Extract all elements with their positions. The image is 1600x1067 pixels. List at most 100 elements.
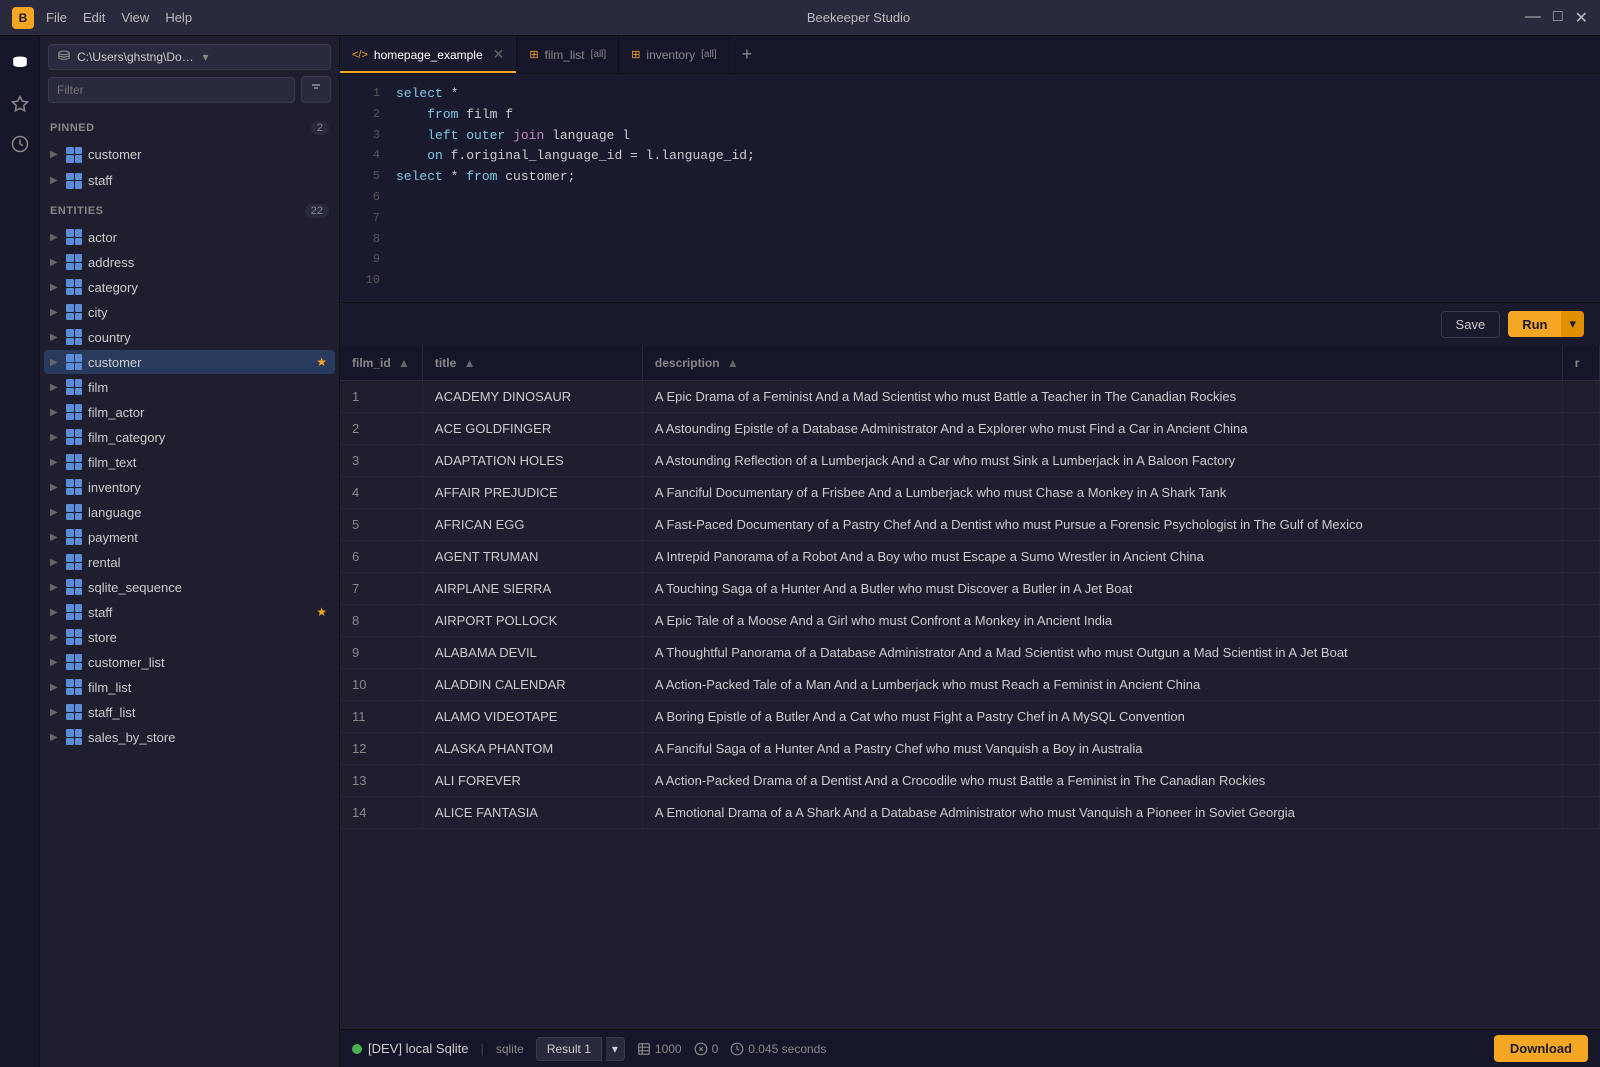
result-tab-button[interactable]: Result 1 [536,1037,602,1061]
entity-film_list[interactable]: ▶film_list [44,675,335,699]
maximize-button[interactable]: □ [1553,8,1563,28]
tab-film-list[interactable]: ⊞ film_list [all] [517,36,619,73]
entity-customer[interactable]: ▶customer★ [44,350,335,374]
cell-description: A Fast-Paced Documentary of a Pastry Che… [642,508,1562,540]
entity-payment[interactable]: ▶payment [44,525,335,549]
table-row[interactable]: 14 ALICE FANTASIA A Emotional Drama of a… [340,796,1600,828]
entity-actor[interactable]: ▶actor [44,225,335,249]
app-icon: B [12,7,34,29]
nav-history-icon[interactable] [4,128,36,160]
cell-id: 13 [340,764,422,796]
entity-film_actor[interactable]: ▶film_actor [44,400,335,424]
row-count: 1000 [655,1042,682,1056]
filter-button[interactable] [301,76,331,103]
table-icon [66,604,82,620]
nav-database-icon[interactable] [4,48,36,80]
entity-rental[interactable]: ▶rental [44,550,335,574]
add-tab-button[interactable]: + [730,44,765,65]
editor-line-3: 3 left outer join language l [340,126,1600,147]
table-row[interactable]: 11 ALAMO VIDEOTAPE A Boring Epistle of a… [340,700,1600,732]
menu-edit[interactable]: Edit [83,10,105,25]
entities-label: ENTITIES [50,205,104,217]
entity-customer_list[interactable]: ▶customer_list [44,650,335,674]
entity-city[interactable]: ▶city [44,300,335,324]
table-row[interactable]: 2 ACE GOLDFINGER A Astounding Epistle of… [340,412,1600,444]
table-row[interactable]: 5 AFRICAN EGG A Fast-Paced Documentary o… [340,508,1600,540]
tab-inventory[interactable]: ⊞ inventory [all] [619,36,729,73]
connection-status-dot [352,1044,362,1054]
minimize-button[interactable]: — [1525,8,1541,28]
db-selector-container: C:\Users\ghstng\Downloads ▾ [40,36,339,111]
col-r[interactable]: r [1562,346,1599,381]
entity-language[interactable]: ▶language [44,500,335,524]
cell-r [1562,796,1599,828]
cell-title: ALAMO VIDEOTAPE [422,700,642,732]
entity-store[interactable]: ▶store [44,625,335,649]
save-button[interactable]: Save [1441,311,1501,338]
cell-title: ALI FOREVER [422,764,642,796]
table-row[interactable]: 4 AFFAIR PREJUDICE A Fanciful Documentar… [340,476,1600,508]
download-button[interactable]: Download [1494,1035,1588,1062]
table-row[interactable]: 7 AIRPLANE SIERRA A Touching Saga of a H… [340,572,1600,604]
entity-category[interactable]: ▶category [44,275,335,299]
table-wrapper[interactable]: film_id ▲ title ▲ description ▲ r 1 ACAD… [340,346,1600,1029]
sql-editor[interactable]: 1 select * 2 from film f 3 left outer jo… [340,74,1600,303]
entity-sqlite_sequence[interactable]: ▶sqlite_sequence [44,575,335,599]
col-title[interactable]: title ▲ [422,346,642,381]
menu-file[interactable]: File [46,10,67,25]
table-row[interactable]: 8 AIRPORT POLLOCK A Epic Tale of a Moose… [340,604,1600,636]
col-description[interactable]: description ▲ [642,346,1562,381]
table-row[interactable]: 3 ADAPTATION HOLES A Astounding Reflecti… [340,444,1600,476]
cell-r [1562,572,1599,604]
menu-view[interactable]: View [121,10,149,25]
nav-favorites-icon[interactable] [4,88,36,120]
close-button[interactable]: ✕ [1575,8,1588,28]
expand-arrow: ▶ [50,175,66,186]
cell-id: 8 [340,604,422,636]
table-row[interactable]: 13 ALI FOREVER A Action-Packed Drama of … [340,764,1600,796]
result-tab-dropdown[interactable]: ▾ [606,1037,625,1061]
cell-title: AGENT TRUMAN [422,540,642,572]
filter-input[interactable] [48,77,295,103]
titlebar-left: B File Edit View Help [12,7,192,29]
cell-description: A Action-Packed Tale of a Man And a Lumb… [642,668,1562,700]
entity-film_category[interactable]: ▶film_category [44,425,335,449]
entity-address[interactable]: ▶address [44,250,335,274]
table-row[interactable]: 9 ALABAMA DEVIL A Thoughtful Panorama of… [340,636,1600,668]
pinned-item-customer[interactable]: ▶ customer ✕ [44,142,335,167]
table-row[interactable]: 6 AGENT TRUMAN A Intrepid Panorama of a … [340,540,1600,572]
table-row[interactable]: 10 ALADDIN CALENDAR A Action-Packed Tale… [340,668,1600,700]
entity-staff_list[interactable]: ▶staff_list [44,700,335,724]
table-icon [66,704,82,720]
col-film-id[interactable]: film_id ▲ [340,346,422,381]
entity-inventory[interactable]: ▶inventory [44,475,335,499]
run-button[interactable]: Run [1508,311,1561,337]
pinned-item-staff[interactable]: ▶ staff ✕ [44,168,335,193]
entity-film_text[interactable]: ▶film_text [44,450,335,474]
entity-staff[interactable]: ▶staff★ [44,600,335,624]
cell-id: 7 [340,572,422,604]
entities-section-header: ENTITIES 22 [40,194,339,224]
table-header: film_id ▲ title ▲ description ▲ r [340,346,1600,381]
table-row[interactable]: 12 ALASKA PHANTOM A Fanciful Saga of a H… [340,732,1600,764]
entity-sales_by_store[interactable]: ▶sales_by_store [44,725,335,749]
row-count-info: 1000 [637,1042,682,1056]
cell-title: ACE GOLDFINGER [422,412,642,444]
cell-title: ALABAMA DEVIL [422,636,642,668]
pinned-count: 2 [311,121,329,135]
run-dropdown-button[interactable]: ▾ [1561,311,1584,337]
cell-r [1562,732,1599,764]
entity-country[interactable]: ▶country [44,325,335,349]
statusbar: [DEV] local Sqlite | sqlite Result 1 ▾ 1… [340,1029,1600,1067]
tab-close-icon[interactable]: ✕ [493,46,505,63]
entity-film[interactable]: ▶film [44,375,335,399]
menu-help[interactable]: Help [165,10,192,25]
editor-line-7: 7 [340,209,1600,230]
tab-homepage-example[interactable]: </> homepage_example ✕ [340,36,517,73]
table-row[interactable]: 1 ACADEMY DINOSAUR A Epic Drama of a Fem… [340,380,1600,412]
titlebar-controls: — □ ✕ [1525,8,1588,28]
error-count: 0 [712,1042,719,1056]
db-selector[interactable]: C:\Users\ghstng\Downloads ▾ [48,44,331,70]
main-layout: C:\Users\ghstng\Downloads ▾ PINNED 2 ▶ [0,36,1600,1067]
table-icon [66,654,82,670]
